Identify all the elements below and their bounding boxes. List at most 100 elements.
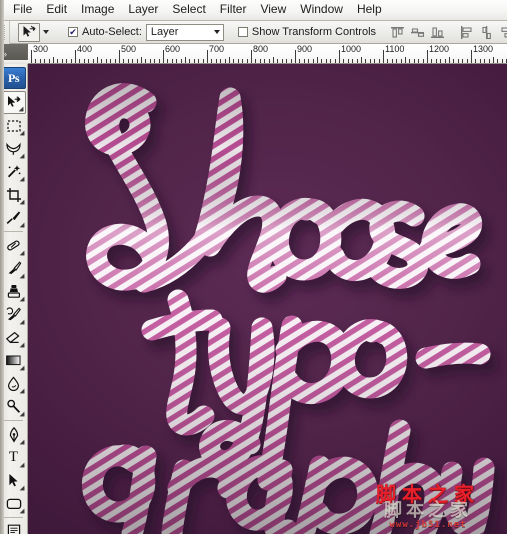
document-canvas-area[interactable]: 脚本之家 脚本之家 www.jb51.net [28, 64, 507, 534]
ruler-minor-tick [242, 59, 243, 63]
ruler-minor-tick [326, 59, 327, 63]
tool-path-selection[interactable] [2, 469, 26, 492]
ruler-minor-tick [97, 57, 98, 63]
ruler-major-tick [295, 50, 296, 63]
show-transform-controls-checkbox[interactable] [237, 27, 248, 37]
flyout-triangle-icon[interactable] [19, 319, 24, 325]
flyout-triangle-icon[interactable] [19, 342, 24, 348]
tool-clone-stamp[interactable] [2, 280, 26, 303]
tool-lasso[interactable] [2, 137, 26, 160]
flyout-triangle-icon[interactable] [19, 222, 24, 228]
ruler-minor-tick [282, 59, 283, 63]
tool-preset-chevron-down-icon[interactable] [43, 30, 49, 34]
ruler-minor-tick [423, 59, 424, 63]
flyout-triangle-icon[interactable] [19, 153, 24, 159]
ruler-minor-tick [335, 59, 336, 63]
flyout-triangle-icon[interactable] [19, 508, 24, 514]
tool-brush[interactable] [2, 257, 26, 280]
ruler-minor-tick [497, 59, 498, 63]
horizontal-ruler[interactable]: 300 400 500 600 700 800 900 1000 1100 1200 1300 [28, 44, 507, 64]
align-bottom-edges-icon[interactable] [430, 25, 445, 40]
flyout-triangle-icon[interactable] [19, 388, 24, 394]
tool-magic-wand[interactable] [2, 160, 26, 183]
ruler-minor-tick [357, 59, 358, 63]
ruler-minor-tick [480, 59, 481, 63]
ruler-minor-tick [330, 59, 331, 63]
menu-item-image[interactable]: Image [74, 1, 121, 19]
window-left-edge [0, 0, 4, 534]
menu-item-view[interactable]: View [253, 1, 293, 19]
flyout-triangle-icon[interactable] [19, 485, 24, 491]
menu-item-edit[interactable]: Edit [39, 1, 74, 19]
flyout-triangle-icon[interactable] [19, 199, 24, 205]
ruler-minor-tick [154, 59, 155, 63]
flyout-triangle-icon[interactable] [19, 462, 24, 468]
ruler-minor-tick [255, 59, 256, 63]
flyout-triangle-icon[interactable] [19, 365, 24, 371]
flyout-triangle-icon[interactable] [19, 411, 24, 417]
tool-healing-brush[interactable] [2, 234, 26, 257]
tool-gradient[interactable] [2, 349, 26, 372]
tool-eraser[interactable] [2, 326, 26, 349]
menu-item-filter[interactable]: Filter [213, 1, 254, 19]
tool-rounded-rectangle[interactable] [2, 492, 26, 515]
ruler-label: 300 [33, 44, 49, 54]
menu-item-select[interactable]: Select [165, 1, 212, 19]
menu-item-help[interactable]: Help [350, 1, 389, 19]
ruler-minor-tick [273, 57, 274, 63]
flyout-triangle-icon[interactable] [18, 106, 23, 112]
ruler-minor-tick [203, 59, 204, 63]
ruler-minor-tick [370, 59, 371, 63]
ruler-major-tick [251, 50, 252, 63]
flyout-triangle-icon[interactable] [19, 130, 24, 136]
ruler-minor-tick [299, 59, 300, 63]
flyout-triangle-icon[interactable] [19, 296, 24, 302]
photoshop-window: File Edit Image Layer Select Filter View… [0, 0, 507, 534]
align-right-edges-icon[interactable] [499, 25, 507, 40]
tool-dodge[interactable] [2, 395, 26, 418]
tool-notes[interactable] [2, 520, 26, 534]
options-active-tool[interactable] [10, 22, 54, 42]
auto-select-target-dropdown[interactable]: Layer [145, 23, 224, 41]
align-vertical-centers-icon[interactable] [410, 25, 425, 40]
photoshop-logo: Ps [1, 67, 26, 89]
ruler-minor-tick [440, 59, 441, 63]
ruler-minor-tick [453, 59, 454, 63]
flyout-triangle-icon[interactable] [19, 273, 24, 279]
ruler-minor-tick [343, 59, 344, 63]
ruler-minor-tick [401, 59, 402, 63]
ruler-label: 1300 [473, 44, 494, 54]
tool-move[interactable] [1, 91, 26, 114]
ruler-label: 1100 [385, 44, 405, 54]
ruler-label: 600 [165, 44, 181, 54]
ruler-minor-tick [348, 59, 349, 63]
chevron-down-icon [213, 30, 220, 34]
tool-crop[interactable] [2, 183, 26, 206]
menu-item-layer[interactable]: Layer [121, 1, 165, 19]
tool-history-brush[interactable] [2, 303, 26, 326]
ruler-minor-tick [396, 59, 397, 63]
auto-select-label: Auto-Select: [82, 26, 142, 38]
expand-panels-chevrons-icon[interactable]: » [0, 44, 28, 64]
ruler-label: 400 [77, 44, 93, 54]
ruler-minor-tick [167, 59, 168, 63]
align-left-edges-icon[interactable] [459, 25, 474, 40]
flyout-triangle-icon[interactable] [19, 176, 24, 182]
tool-pen[interactable] [2, 423, 26, 446]
align-top-edges-icon[interactable] [390, 25, 405, 40]
ruler-label: 800 [253, 44, 269, 54]
align-horizontal-centers-icon[interactable] [479, 25, 494, 40]
menu-item-file[interactable]: File [6, 1, 39, 19]
show-transform-controls-group: Show Transform Controls [237, 26, 376, 38]
tool-blur[interactable] [2, 372, 26, 395]
ruler-minor-tick [66, 59, 67, 63]
menu-item-window[interactable]: Window [293, 1, 350, 19]
ruler-minor-tick [132, 59, 133, 63]
auto-select-checkbox[interactable]: ✔ [68, 27, 78, 37]
flyout-triangle-icon[interactable] [19, 439, 24, 445]
move-tool-icon[interactable] [18, 22, 40, 42]
flyout-triangle-icon[interactable] [19, 250, 24, 256]
tool-slice[interactable] [2, 206, 26, 229]
tool-rectangular-marquee[interactable] [2, 114, 26, 137]
tool-type[interactable]: T [2, 446, 26, 469]
